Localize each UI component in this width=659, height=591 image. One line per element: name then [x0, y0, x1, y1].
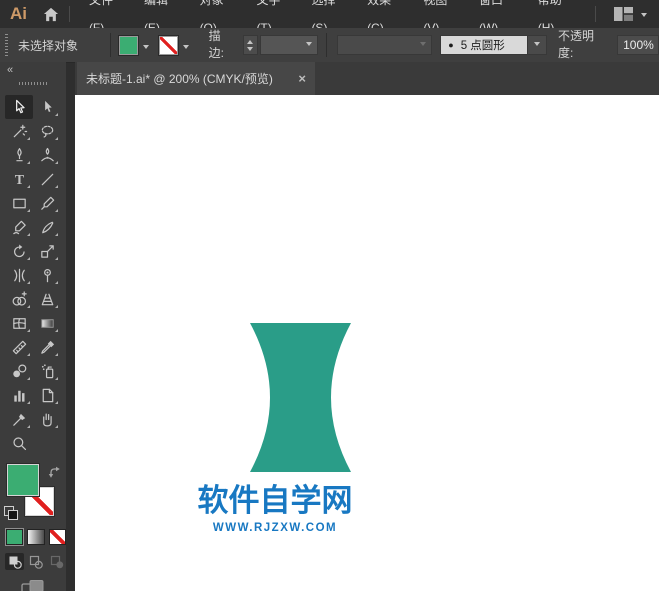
opacity-value: 100%	[623, 38, 654, 52]
tool-rotate[interactable]	[5, 239, 33, 263]
fill-chevron-icon[interactable]	[142, 44, 149, 52]
logo-shape[interactable]	[250, 323, 351, 472]
brush-definition-field[interactable]: ● 5 点圆形	[440, 35, 528, 55]
menu-bar: Ai 文件(F) 编辑(E) 对象(O) 文字(T) 选择(S) 效果(C) 视…	[0, 0, 659, 35]
menubar-separator	[69, 6, 70, 22]
brush-name: 5 点圆形	[460, 40, 505, 52]
tool-lasso[interactable]	[33, 119, 61, 143]
tab-close-icon[interactable]: ×	[290, 71, 306, 86]
tool-blend[interactable]	[5, 359, 33, 383]
variable-width-chevron-icon	[420, 41, 427, 49]
tool-rectangle[interactable]	[5, 191, 33, 215]
opacity-field[interactable]: 100%	[617, 35, 659, 55]
artboard-canvas[interactable]: 软件自学网 WWW.RJZXW.COM	[75, 95, 659, 591]
controlbar-drag-handle[interactable]	[5, 34, 8, 56]
home-button[interactable]	[43, 7, 59, 22]
tool-artboard[interactable]	[33, 383, 61, 407]
stroke-weight-dropdown[interactable]	[259, 35, 318, 55]
tool-width[interactable]	[5, 263, 33, 287]
fill-swatch[interactable]	[6, 463, 40, 497]
tool-column-graph[interactable]	[5, 383, 33, 407]
stepper-down-icon[interactable]	[247, 46, 254, 54]
brush-preview-dot: ●	[448, 39, 454, 50]
document-tab[interactable]: 未标题-1.ai* @ 200% (CMYK/预览) ×	[77, 62, 315, 95]
stroke-weight-stepper[interactable]	[242, 35, 258, 55]
color-type-row	[0, 528, 66, 546]
app-logo: Ai	[10, 4, 27, 23]
controlbar-separator	[109, 33, 111, 57]
gradient-button[interactable]	[27, 529, 45, 545]
brush-dropdown-button[interactable]	[528, 35, 547, 55]
tool-slice[interactable]	[5, 407, 33, 431]
home-icon	[43, 7, 59, 21]
tool-shaper[interactable]	[5, 215, 33, 239]
toolbar-panel: « T	[0, 62, 66, 591]
fill-color-chip[interactable]	[117, 34, 139, 56]
default-fill-stroke-icon[interactable]	[4, 506, 18, 520]
screen-mode-icon[interactable]	[21, 579, 45, 591]
control-bar: 未选择对象 描边: ● 5 点圆形 不透明度: 100%	[0, 28, 659, 63]
stepper-up-icon[interactable]	[247, 37, 254, 44]
brush-chevron-icon	[533, 41, 540, 49]
toolbar-collapse-button[interactable]: «	[7, 64, 13, 76]
drawing-modes-row	[0, 553, 66, 570]
svg-text:T: T	[14, 172, 23, 187]
tool-pen[interactable]	[5, 143, 33, 167]
document-tab-title: 未标题-1.ai* @ 200% (CMYK/预览)	[86, 72, 273, 86]
logo-url-text[interactable]: WWW.RJZXW.COM	[193, 522, 357, 534]
tool-type[interactable]: T	[5, 167, 33, 191]
draw-inside-button[interactable]	[47, 553, 66, 570]
stroke-chevron-icon[interactable]	[182, 44, 189, 52]
toolbar-drag-handle[interactable]	[19, 82, 47, 85]
draw-behind-button[interactable]	[26, 553, 45, 570]
logo-title-text[interactable]: 软件自学网	[193, 484, 357, 518]
document-area: 未标题-1.ai* @ 200% (CMYK/预览) × 软件自学网 WWW.R…	[75, 62, 659, 591]
tool-line-segment[interactable]	[33, 167, 61, 191]
workspace-switcher-icon[interactable]	[614, 7, 633, 21]
document-tab-bar: 未标题-1.ai* @ 200% (CMYK/预览) ×	[75, 62, 659, 95]
tool-curvature[interactable]	[33, 143, 61, 167]
controlbar-separator-2	[325, 33, 327, 57]
tool-grid: T	[0, 95, 66, 455]
tool-zoom[interactable]	[5, 431, 33, 455]
tool-perspective-grid[interactable]	[33, 287, 61, 311]
stroke-label[interactable]: 描边:	[208, 27, 236, 63]
illustrator-window: Ai 文件(F) 编辑(E) 对象(O) 文字(T) 选择(S) 效果(C) 视…	[0, 0, 659, 591]
tool-gradient[interactable]	[33, 311, 61, 335]
draw-normal-button[interactable]	[5, 553, 24, 570]
opacity-label[interactable]: 不透明度:	[557, 27, 610, 63]
tool-symbol-sprayer[interactable]	[33, 359, 61, 383]
tool-grid-empty-cell	[33, 431, 61, 455]
variable-width-dropdown	[336, 35, 433, 55]
tool-hand[interactable]	[33, 407, 61, 431]
swap-fill-stroke-icon[interactable]	[48, 466, 61, 479]
tool-measure[interactable]	[5, 335, 33, 359]
tool-eyedropper[interactable]	[33, 335, 61, 359]
workspace-chevron-icon[interactable]	[641, 12, 647, 20]
tool-magic-wand[interactable]	[5, 119, 33, 143]
fill-stroke-widget	[0, 463, 66, 521]
none-button[interactable]	[48, 529, 66, 545]
stroke-color-chip[interactable]	[157, 34, 179, 56]
tool-mesh[interactable]	[5, 311, 33, 335]
color-button[interactable]	[4, 528, 25, 546]
stroke-weight-chevron-icon[interactable]	[305, 41, 312, 49]
canvas-shape-path	[250, 323, 351, 472]
tool-paintbrush[interactable]	[33, 191, 61, 215]
tool-puppet-warp[interactable]	[33, 263, 61, 287]
tool-selection[interactable]	[5, 95, 33, 119]
tool-shape-builder[interactable]	[5, 287, 33, 311]
tool-knife[interactable]	[33, 215, 61, 239]
menubar-separator-right	[595, 6, 596, 22]
tool-scale[interactable]	[33, 239, 61, 263]
tool-direct-selection[interactable]	[33, 95, 61, 119]
selection-status: 未选择对象	[17, 38, 78, 53]
